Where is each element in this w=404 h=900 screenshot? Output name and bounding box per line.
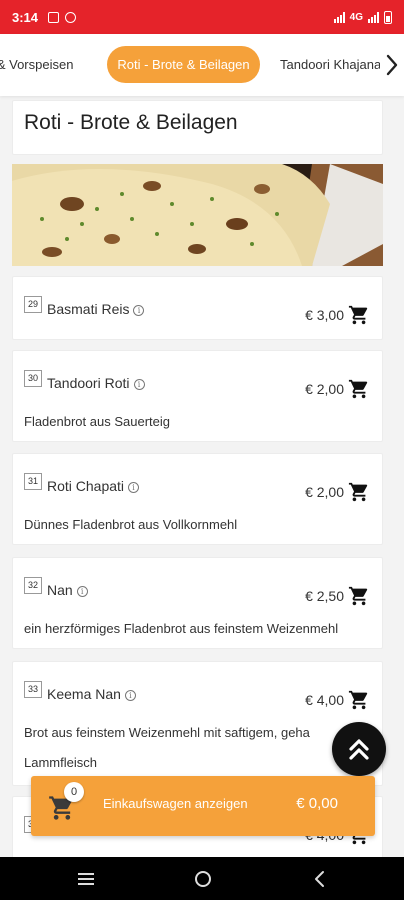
signal-icon (333, 11, 345, 23)
item-number: 29 (24, 296, 42, 313)
category-title: Roti - Brote & Beilagen (24, 111, 238, 134)
network-type: 4G (349, 11, 363, 23)
shopping-cart-icon[interactable] (348, 304, 370, 326)
recent-apps-icon[interactable] (76, 869, 96, 889)
status-bar: 3:14 4G (0, 0, 404, 34)
menu-item-nan[interactable]: 32 Nan i € 2,50 ein herzförmiges Fladenbr… (12, 557, 383, 649)
item-number: 31 (24, 473, 42, 490)
notification-icon (48, 11, 60, 23)
cart-label: Einkaufswagen anzeigen (103, 796, 248, 811)
chevron-right-icon[interactable] (380, 34, 404, 96)
double-chevron-up-icon (349, 739, 369, 760)
shopping-cart-icon[interactable] (348, 481, 370, 503)
cart-count-badge: 0 (64, 782, 84, 802)
item-name: Roti Chapati i (47, 478, 140, 494)
cart-total: € 0,00 (296, 795, 338, 812)
menu-item-basmati-reis[interactable]: 29 Basmati Reis i € 3,00 (12, 276, 383, 340)
item-description: Brot aus feinstem Weizenmehl mit saftige… (24, 718, 376, 778)
item-number: 30 (24, 370, 42, 387)
category-header-card: Roti - Brote & Beilagen (12, 100, 383, 155)
menu-item-tandoori-roti[interactable]: 30 Tandoori Roti i € 2,00 Fladenbrot aus … (12, 350, 383, 442)
sync-icon (65, 11, 77, 23)
info-icon[interactable]: i (124, 690, 136, 701)
item-number: 33 (24, 681, 42, 698)
category-tabs: n & Vorspeisen Roti - Brote & Beilagen T… (0, 34, 404, 96)
item-name: Nan i (47, 582, 88, 598)
back-icon[interactable] (310, 869, 330, 889)
home-icon[interactable] (193, 869, 213, 889)
status-time: 3:14 (12, 9, 39, 25)
battery-icon (384, 10, 392, 24)
item-price: € 3,00 (305, 307, 344, 323)
item-name: Tandoori Roti i (47, 375, 145, 391)
item-number: 32 (24, 577, 42, 594)
menu-item-roti-chapati[interactable]: 31 Roti Chapati i € 2,00 Dünnes Fladenbro… (12, 453, 383, 545)
info-icon[interactable]: i (133, 305, 145, 316)
tab-vorspeisen[interactable]: n & Vorspeisen (0, 46, 73, 83)
shopping-cart-icon[interactable] (348, 585, 370, 607)
item-description-line-2: Lammfleisch (24, 755, 97, 770)
item-price: € 2,00 (305, 484, 344, 500)
item-name: Keema Nan i (47, 686, 136, 702)
menu-item-keema-nan[interactable]: 33 Keema Nan i € 4,00 Brot aus feinstem W… (12, 661, 383, 786)
item-description-line-1: Brot aus feinstem Weizenmehl mit saftige… (24, 725, 310, 740)
info-icon[interactable]: i (128, 482, 140, 493)
signal-icon-2 (368, 11, 379, 23)
item-description: Dünnes Fladenbrot aus Vollkornmehl (24, 517, 238, 532)
shopping-cart-icon[interactable] (348, 689, 370, 711)
item-description: Fladenbrot aus Sauerteig (24, 414, 170, 429)
tab-roti-brote-beilagen[interactable]: Roti - Brote & Beilagen (107, 46, 260, 83)
view-cart-button[interactable]: 0 Einkaufswagen anzeigen € 0,00 (31, 776, 375, 836)
category-banner-image (12, 164, 383, 266)
info-icon[interactable]: i (76, 586, 88, 597)
system-nav-bar (0, 857, 404, 900)
scroll-to-top-button[interactable] (332, 722, 386, 776)
item-description: ein herzförmiges Fladenbrot aus feinstem… (24, 621, 339, 636)
item-name: Basmati Reis i (47, 301, 145, 317)
shopping-cart-icon[interactable] (348, 378, 370, 400)
item-price: € 4,00 (305, 692, 344, 708)
tab-tandoori-khajana[interactable]: Tandoori Khajana (280, 46, 380, 83)
item-price: € 2,00 (305, 381, 344, 397)
item-price: € 2,50 (305, 588, 344, 604)
info-icon[interactable]: i (133, 379, 145, 390)
